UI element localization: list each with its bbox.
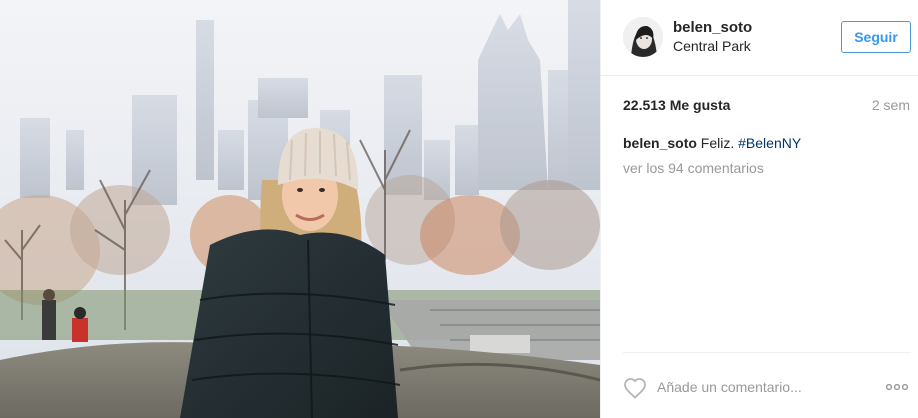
post-caption: belen_soto Feliz. #BelenNY [623, 135, 801, 151]
caption-hashtag[interactable]: #BelenNY [738, 135, 801, 151]
instagram-post: belen_soto Central Park Seguir 22.513 Me… [0, 0, 918, 418]
caption-username[interactable]: belen_soto [623, 135, 697, 151]
follow-button[interactable]: Seguir [841, 21, 911, 53]
post-location[interactable]: Central Park [673, 38, 751, 54]
post-header: belen_soto Central Park Seguir [601, 0, 918, 76]
author-username[interactable]: belen_soto [673, 19, 752, 36]
avatar-image [623, 17, 663, 57]
post-side-panel: belen_soto Central Park Seguir 22.513 Me… [600, 0, 918, 418]
heart-icon[interactable] [623, 377, 647, 399]
central-park-photo [0, 0, 600, 418]
likes-count[interactable]: 22.513 Me gusta [623, 97, 730, 113]
comment-bar [623, 352, 911, 418]
avatar[interactable] [623, 17, 663, 57]
more-options-icon[interactable] [885, 383, 909, 391]
post-timestamp[interactable]: 2 sem [872, 97, 910, 113]
caption-text: Feliz. [700, 135, 735, 151]
post-photo[interactable] [0, 0, 600, 418]
add-comment-input[interactable] [657, 375, 867, 399]
view-all-comments-link[interactable]: ver los 94 comentarios [623, 160, 764, 176]
